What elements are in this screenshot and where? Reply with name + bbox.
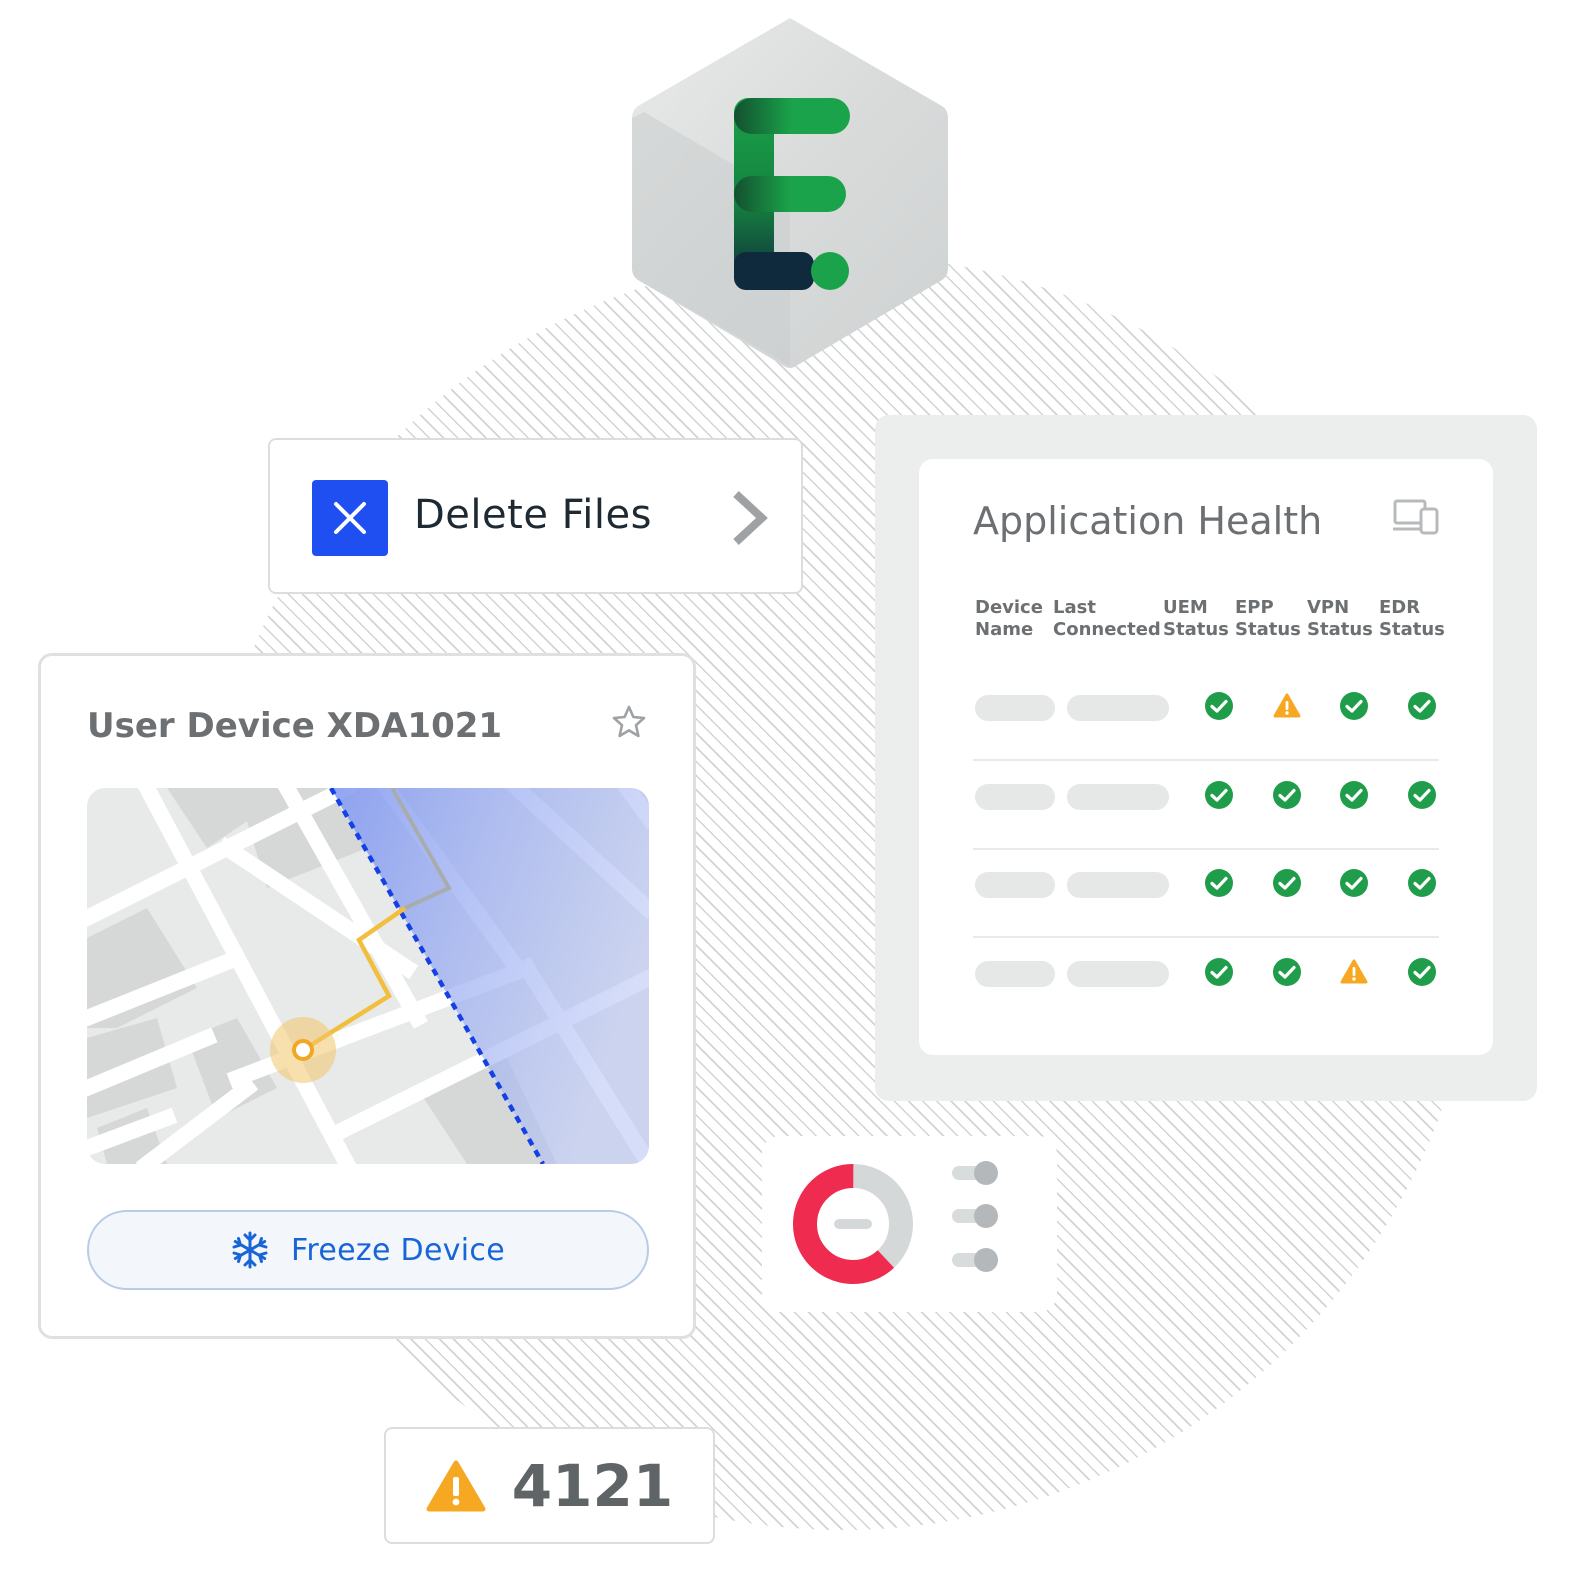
minus-icon: [834, 1219, 872, 1229]
warning-icon: [1273, 693, 1301, 718]
table-row[interactable]: [973, 762, 1439, 850]
e-logo-icon: [632, 18, 948, 368]
check-circle-icon: [1273, 958, 1301, 986]
check-circle-icon: [1340, 692, 1368, 720]
warning-icon: [426, 1460, 486, 1511]
close-icon[interactable]: [312, 480, 388, 556]
warning-icon: [1340, 959, 1368, 984]
devices-icon[interactable]: [1393, 499, 1439, 535]
row-divider: [973, 759, 1439, 761]
device-name-placeholder: [975, 784, 1055, 810]
check-circle-icon: [1408, 692, 1436, 720]
alert-count-card[interactable]: 4121: [384, 1427, 715, 1544]
freeze-device-button[interactable]: Freeze Device: [87, 1210, 649, 1290]
check-circle-icon: [1205, 781, 1233, 809]
last-connected-placeholder: [1067, 695, 1169, 721]
column-header-edr-status: EDR Status: [1379, 597, 1445, 640]
toggle-switches[interactable]: [952, 1161, 998, 1272]
check-circle-icon: [1340, 869, 1368, 897]
check-circle-icon: [1340, 781, 1368, 809]
device-title: User Device XDA1021: [87, 706, 503, 746]
check-circle-icon: [1408, 958, 1436, 986]
delete-files-card[interactable]: Delete Files: [268, 438, 803, 594]
last-connected-placeholder: [1067, 872, 1169, 898]
last-connected-placeholder: [1067, 961, 1169, 987]
last-connected-placeholder: [1067, 784, 1169, 810]
row-divider: [973, 936, 1439, 938]
device-location-map[interactable]: [87, 788, 649, 1164]
user-device-card: User Device XDA1021 Freeze Device: [38, 653, 696, 1339]
device-name-placeholder: [975, 695, 1055, 721]
column-header-last-connected: Last Connected: [1053, 597, 1161, 640]
check-circle-icon: [1205, 869, 1233, 897]
application-health-panel: Application Health Device Name Last Conn…: [875, 415, 1537, 1101]
check-circle-icon: [1273, 781, 1301, 809]
check-circle-icon: [1205, 958, 1233, 986]
status-donut-widget: [762, 1136, 1057, 1312]
freeze-device-label: Freeze Device: [291, 1232, 505, 1268]
application-health-card: Application Health Device Name Last Conn…: [919, 459, 1493, 1055]
check-circle-icon: [1205, 692, 1233, 720]
table-row[interactable]: [973, 850, 1439, 938]
check-circle-icon: [1408, 869, 1436, 897]
table-row[interactable]: [973, 673, 1439, 761]
delete-files-label: Delete Files: [414, 492, 652, 538]
snowflake-icon: [232, 1231, 268, 1269]
star-icon[interactable]: [611, 704, 647, 740]
device-name-placeholder: [975, 872, 1055, 898]
chevron-right-icon[interactable]: [730, 490, 770, 546]
check-circle-icon: [1273, 869, 1301, 897]
panel-title: Application Health: [973, 499, 1323, 543]
check-circle-icon: [1408, 781, 1436, 809]
device-name-placeholder: [975, 961, 1055, 987]
table-row[interactable]: [973, 939, 1439, 999]
alert-count: 4121: [511, 1451, 674, 1520]
